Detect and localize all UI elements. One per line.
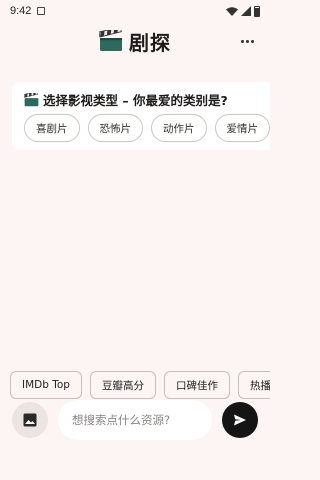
more-vert-icon (240, 39, 244, 43)
quick-actions: IMDb Top 豆瓣高分 口碑佳作 热播剧 (10, 371, 270, 399)
wifi-icon (226, 6, 238, 16)
more-options-button[interactable] (240, 34, 254, 48)
send-icon (234, 414, 246, 426)
genre-option[interactable]: 动作片 (151, 114, 207, 142)
app-title: 剧探 (129, 30, 171, 55)
clapperboard-icon (24, 92, 39, 106)
genre-options: 喜剧片 恐怖片 动作片 爱情片 (24, 114, 270, 142)
search-box[interactable] (58, 400, 212, 440)
genre-card: 选择影视类型 – 你最爱的类别是? 喜剧片 恐怖片 动作片 爱情片 (12, 82, 270, 150)
quick-action-chip[interactable]: 豆瓣高分 (89, 371, 156, 399)
signal-icon (241, 6, 251, 16)
send-button[interactable] (222, 402, 258, 438)
genre-option[interactable]: 恐怖片 (87, 114, 143, 142)
image-icon (23, 413, 37, 427)
clapperboard-icon (99, 30, 122, 51)
battery-icon (254, 5, 260, 17)
app-header: 剧探 (0, 22, 270, 60)
genre-card-title-text: 选择影视类型 – 你最爱的类别是? (43, 93, 228, 108)
input-bar (0, 396, 270, 442)
quick-action-chip[interactable]: IMDb Top (10, 371, 82, 399)
genre-card-title: 选择影视类型 – 你最爱的类别是? (24, 90, 228, 109)
status-time: 9:42 (10, 5, 32, 17)
more-dot (250, 39, 254, 43)
app-title-wrap: 剧探 (99, 27, 171, 56)
status-bar: 9:42 (0, 0, 270, 22)
more-dot (245, 39, 249, 43)
notification-icon (37, 7, 46, 15)
quick-action-chip[interactable]: 口碑佳作 (163, 371, 230, 399)
quick-action-chip[interactable]: 热播剧 (237, 371, 270, 399)
image-button[interactable] (12, 402, 48, 438)
genre-option[interactable]: 喜剧片 (24, 114, 80, 142)
search-input[interactable] (72, 413, 212, 427)
status-icons (226, 5, 260, 17)
genre-option[interactable]: 爱情片 (214, 114, 270, 142)
